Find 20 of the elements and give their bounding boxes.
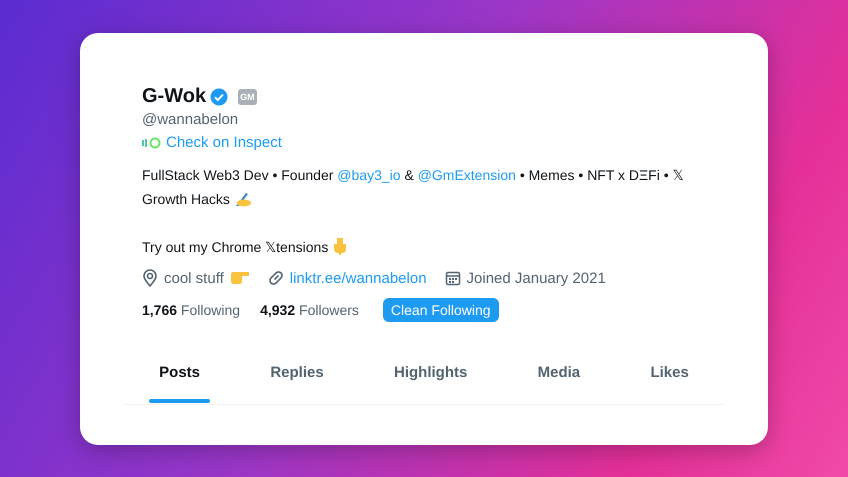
profile-tab[interactable]: Likes [640,350,699,404]
profile-tab[interactable]: Replies [260,350,334,404]
location-text: cool stuff [164,270,224,286]
link-icon [268,270,284,286]
status-ring-icon [142,136,162,148]
username: @wannabelon [142,111,240,128]
profile-tab[interactable]: Highlights [384,350,478,404]
bio-text: FullStack Web3 Dev • Founder @bay3_io & @GmExtension • Memes • NFT x DΞFi • 𝕏 Growth Hacks Try out my Chrome 𝕏tensions [142,166,684,257]
writing-hand-icon [234,191,252,207]
stat-link[interactable]: 1,766 Following [142,302,240,318]
calendar-icon [444,270,461,286]
display-name: G-Wok [142,85,206,108]
location-pin-icon [142,269,158,287]
joined-date: Joined January 2021 [466,270,606,286]
tab-indicator [149,399,210,403]
profile-tab[interactable]: Media [528,350,590,404]
profile-tab[interactable]: Posts [149,350,210,404]
pointing-down-hand-icon [332,237,348,255]
stat-link[interactable]: 4,932 Followers [260,302,359,318]
gm-badge: GM [238,88,257,104]
